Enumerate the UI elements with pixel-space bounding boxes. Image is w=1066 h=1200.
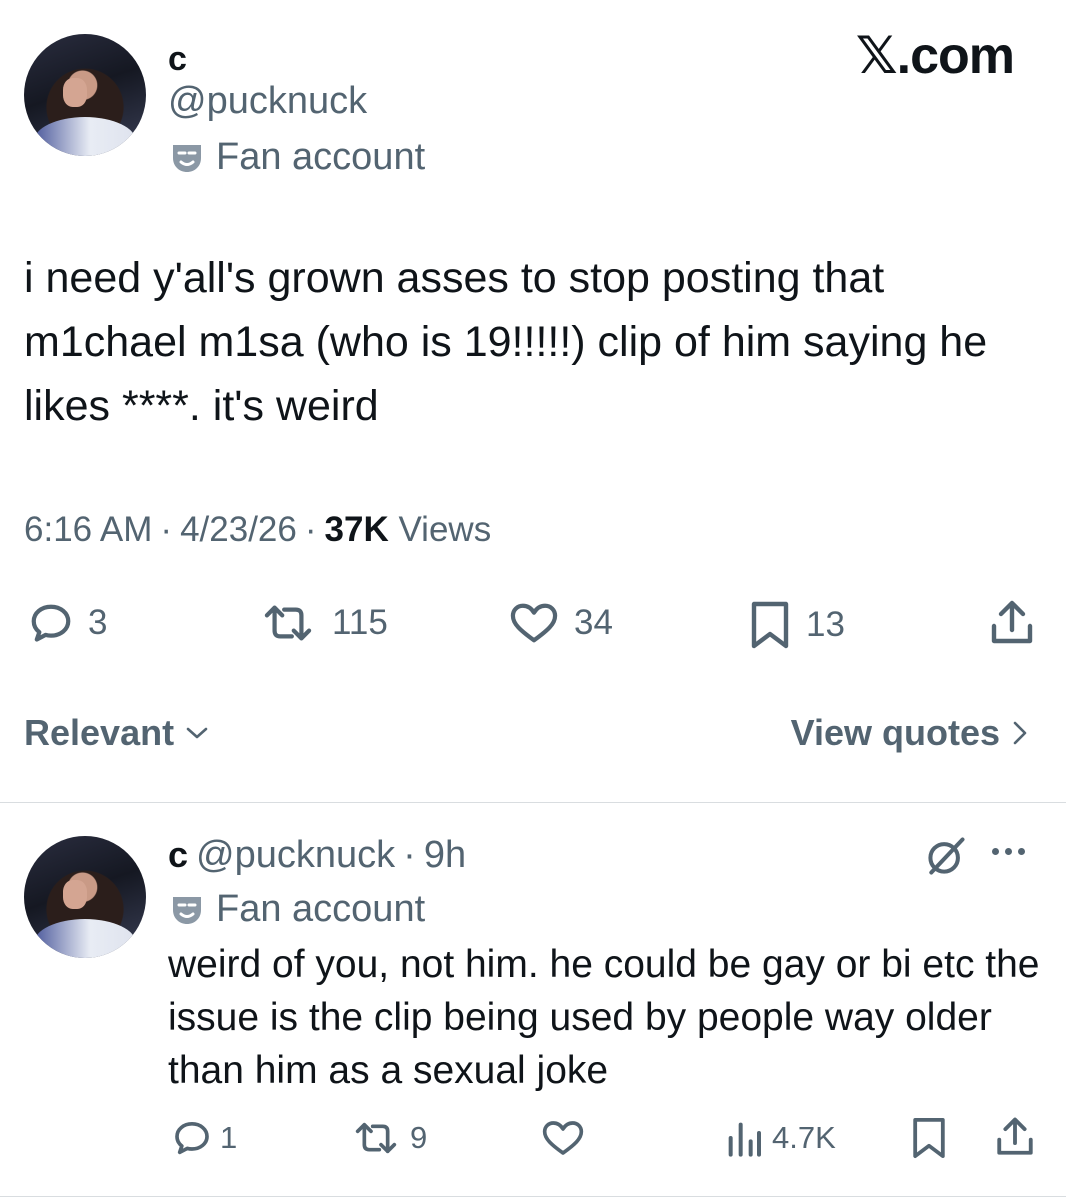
like-icon (510, 603, 558, 643)
meta-separator: · (160, 510, 173, 549)
handle[interactable]: @pucknuck (168, 80, 367, 123)
fan-account-mask-icon (173, 896, 201, 924)
share-icon (997, 1117, 1033, 1155)
display-name[interactable]: c (168, 40, 187, 79)
reply-reply-button[interactable]: 1 (172, 1118, 237, 1158)
sort-relevant-dropdown[interactable]: Relevant (24, 712, 210, 754)
chevron-down-icon (186, 727, 208, 739)
reply-display-name[interactable]: c (168, 834, 188, 876)
meta-separator: · (304, 510, 317, 549)
fan-account-label: Fan account (216, 136, 426, 178)
bookmark-button[interactable]: 13 (748, 600, 845, 650)
reply-views-button[interactable]: 4.7K (724, 1118, 836, 1158)
reply-share-button[interactable] (994, 1114, 1036, 1160)
reply-icon (31, 604, 71, 642)
avatar[interactable] (24, 34, 146, 156)
reply-separator: · (403, 834, 416, 876)
tweet-date[interactable]: 4/23/26 (180, 510, 297, 550)
reply-reply-count: 1 (220, 1120, 238, 1155)
views-readout[interactable]: 37K Views (325, 510, 492, 550)
brand-watermark: 𝕏.com (855, 27, 1015, 85)
bookmark-icon (913, 1117, 945, 1159)
share-button[interactable] (988, 598, 1036, 648)
views-label: Views (398, 510, 492, 549)
view-quotes-label: View quotes (790, 712, 1000, 753)
fan-account-mask-icon (173, 144, 201, 172)
tweet-time[interactable]: 6:16 AM (24, 510, 152, 550)
divider (0, 802, 1066, 803)
reply-icon (175, 1122, 209, 1155)
share-icon (991, 600, 1033, 644)
bookmark-count: 13 (806, 605, 845, 644)
tweet-text: i need y'all's grown asses to stop posti… (24, 254, 988, 430)
bottom-divider (0, 1196, 1066, 1197)
reply-views-count: 4.7K (772, 1120, 836, 1155)
repost-count: 115 (332, 603, 388, 642)
reply-fan-account-badge: Fan account (170, 888, 425, 931)
like-count: 34 (574, 603, 613, 642)
more-icon[interactable] (992, 848, 1025, 855)
views-count: 37K (324, 510, 389, 549)
reply-like-button[interactable] (540, 1118, 594, 1158)
repost-icon (355, 1122, 397, 1154)
views-icon (728, 1122, 761, 1157)
reply-text: weird of you, not him. he could be gay o… (168, 943, 1040, 1092)
reply-repost-button[interactable]: 9 (350, 1118, 427, 1158)
reply-handle[interactable]: @pucknuck (196, 834, 395, 877)
reply-fan-account-label: Fan account (216, 888, 426, 930)
reply-avatar[interactable] (24, 836, 146, 958)
view-quotes-link[interactable]: View quotes (791, 712, 1030, 754)
tweet-meta: 6:16 AM · 4/23/26 · 37K Views (24, 510, 491, 550)
reply-repost-count: 9 (410, 1120, 428, 1155)
repost-icon (264, 605, 312, 641)
grok-icon[interactable] (924, 834, 968, 878)
chevron-right-icon (1013, 721, 1027, 745)
reply-header: c @pucknuck · 9h (168, 834, 466, 877)
bookmark-icon (751, 601, 789, 649)
repost-button[interactable]: 115 (258, 600, 388, 646)
reply-bookmark-button[interactable] (910, 1116, 948, 1160)
reply-button[interactable]: 3 (28, 600, 107, 646)
like-icon (542, 1121, 584, 1155)
fan-account-badge: Fan account (170, 136, 425, 179)
reply-count: 3 (88, 603, 108, 642)
like-button[interactable]: 34 (508, 600, 613, 646)
sort-label: Relevant (24, 712, 175, 753)
reply-time[interactable]: 9h (424, 834, 466, 877)
